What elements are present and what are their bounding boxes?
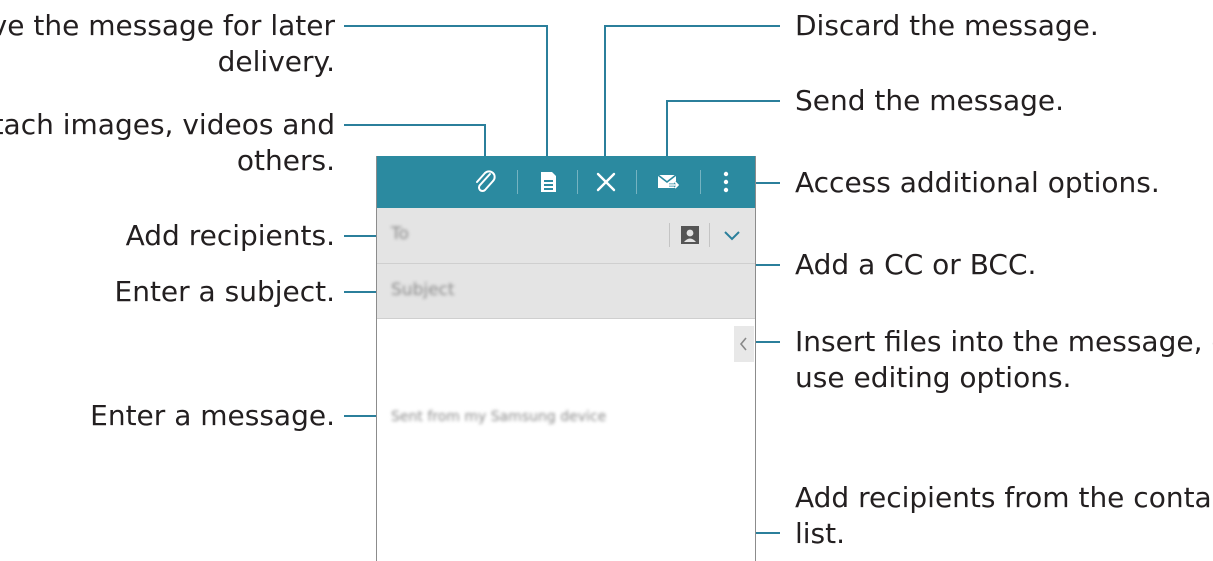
to-placeholder: To — [391, 224, 409, 244]
callout-send: Send the message. — [795, 84, 1065, 117]
action-bar-separator — [700, 170, 701, 194]
callout-attach-line2: others. — [236, 144, 335, 177]
subject-field[interactable]: Subject — [377, 264, 755, 319]
callout-add-recipients: Add recipients. — [125, 219, 335, 252]
callout-insert-line1: Insert files into the message, or — [795, 325, 1213, 358]
action-bar-separator — [517, 170, 518, 194]
action-bar — [377, 156, 755, 208]
callout-contacts-line1: Add recipients from the contacts — [795, 481, 1213, 514]
compose-screen: To Subject Sent from my Samsung device — [376, 156, 756, 561]
action-bar-separator — [577, 170, 578, 194]
callout-cc-bcc: Add a CC or BCC. — [795, 248, 1037, 281]
callout-attach: Attach images, videos and others. — [0, 107, 335, 179]
chevron-left-icon — [739, 337, 747, 351]
callout-insert-line2: use editing options. — [795, 361, 1072, 394]
action-bar-separator — [636, 170, 637, 194]
divider — [669, 223, 670, 247]
signature-text: Sent from my Samsung device — [391, 409, 607, 425]
callout-contacts: Add recipients from the contacts list. — [795, 480, 1213, 552]
more-vertical-icon[interactable] — [711, 167, 741, 197]
callout-enter-subject: Enter a subject. — [114, 275, 336, 308]
callout-insert: Insert files into the message, or use ed… — [795, 324, 1213, 396]
callout-more-options: Access additional options. — [795, 166, 1160, 199]
callout-enter-message: Enter a message. — [90, 399, 335, 432]
save-icon[interactable] — [533, 167, 563, 197]
to-field[interactable]: To — [377, 208, 755, 264]
callout-attach-line1: Attach images, videos and — [0, 108, 335, 141]
contact-card-icon[interactable] — [679, 224, 701, 246]
callout-save: Save the message for later delivery. — [0, 8, 335, 80]
chevron-down-icon[interactable] — [721, 226, 743, 244]
close-icon[interactable] — [591, 167, 621, 197]
panel-handle[interactable] — [734, 326, 754, 362]
callout-contacts-line2: list. — [795, 517, 846, 550]
send-mail-icon[interactable] — [653, 167, 683, 197]
paperclip-icon[interactable] — [471, 167, 501, 197]
callout-save-line2: delivery. — [217, 45, 335, 78]
callout-discard: Discard the message. — [795, 9, 1099, 42]
divider — [709, 223, 710, 247]
subject-placeholder: Subject — [391, 280, 455, 300]
callout-save-line1: Save the message for later — [0, 9, 335, 42]
message-body[interactable]: Sent from my Samsung device — [377, 319, 755, 561]
